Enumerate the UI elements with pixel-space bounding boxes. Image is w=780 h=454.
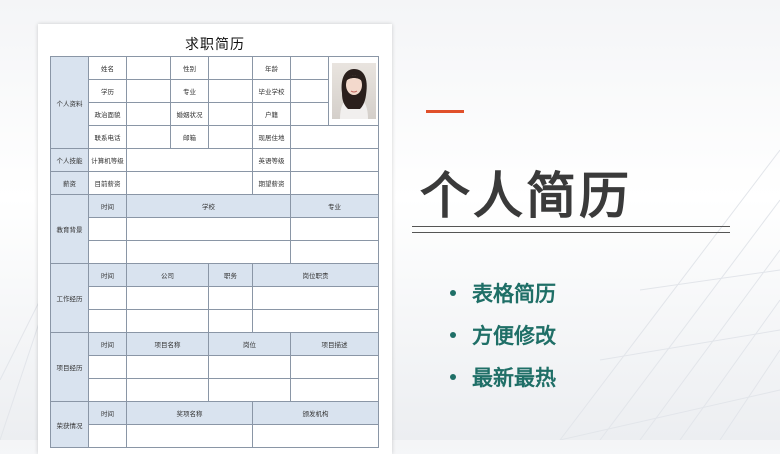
- value-address[interactable]: [290, 125, 379, 149]
- label-address: 现居住地: [252, 125, 291, 149]
- label-phone: 联系电话: [88, 125, 127, 149]
- bullet-dot-icon: [450, 374, 456, 380]
- label-gender: 性别: [170, 56, 209, 80]
- project-cell[interactable]: [126, 378, 209, 402]
- value-english[interactable]: [290, 148, 379, 172]
- label-school: 毕业学校: [252, 79, 291, 103]
- section-personal: 个人资料: [50, 56, 89, 149]
- feature-label: 方便修改: [472, 324, 556, 348]
- work-cell[interactable]: [208, 309, 253, 333]
- edu-cell[interactable]: [88, 240, 127, 264]
- resume-table: 个人资料 姓名 性别 年龄 学历 专业 毕业学校 政治面貌 婚姻状况 户籍 联系…: [50, 56, 379, 448]
- label-name: 姓名: [88, 56, 127, 80]
- work-header-company: 公司: [126, 263, 209, 287]
- project-header-name: 项目名称: [126, 332, 209, 356]
- project-header-desc: 项目描述: [290, 332, 379, 356]
- project-cell[interactable]: [126, 355, 209, 379]
- feature-item: 最新最热: [450, 356, 556, 398]
- award-header-issuer: 颁发机构: [252, 401, 379, 425]
- edu-cell[interactable]: [126, 217, 291, 241]
- work-cell[interactable]: [252, 286, 379, 310]
- label-english: 英语等级: [252, 148, 291, 172]
- edu-header-time: 时间: [88, 194, 127, 218]
- value-politics[interactable]: [126, 102, 171, 126]
- edu-cell[interactable]: [290, 217, 379, 241]
- work-cell[interactable]: [208, 286, 253, 310]
- bullet-dot-icon: [450, 290, 456, 296]
- photo-cell: [328, 56, 379, 126]
- feature-label: 表格简历: [472, 282, 556, 306]
- value-major[interactable]: [208, 79, 253, 103]
- label-age: 年龄: [252, 56, 291, 80]
- feature-list: 表格简历 方便修改 最新最热: [450, 272, 556, 398]
- label-hukou: 户籍: [252, 102, 291, 126]
- edu-cell[interactable]: [88, 217, 127, 241]
- title-divider: [412, 232, 730, 233]
- award-header-name: 奖项名称: [126, 401, 253, 425]
- title-divider: [412, 226, 730, 227]
- value-school[interactable]: [290, 79, 329, 103]
- edu-cell[interactable]: [290, 240, 379, 264]
- bullet-dot-icon: [450, 332, 456, 338]
- value-hukou[interactable]: [290, 102, 329, 126]
- project-header-time: 时间: [88, 332, 127, 356]
- work-header-role: 职务: [208, 263, 253, 287]
- work-header-time: 时间: [88, 263, 127, 287]
- label-email: 邮箱: [170, 125, 209, 149]
- value-gender[interactable]: [208, 56, 253, 80]
- work-cell[interactable]: [126, 309, 209, 333]
- project-cell[interactable]: [290, 355, 379, 379]
- label-expected-salary: 期望薪资: [252, 171, 291, 195]
- section-work: 工作经历: [50, 263, 89, 333]
- feature-item: 方便修改: [450, 314, 556, 356]
- value-email[interactable]: [208, 125, 253, 149]
- feature-item: 表格简历: [450, 272, 556, 314]
- value-marital[interactable]: [208, 102, 253, 126]
- project-cell[interactable]: [88, 378, 127, 402]
- resume-title: 求职简历: [185, 37, 245, 53]
- label-current-salary: 目前薪资: [88, 171, 127, 195]
- work-cell[interactable]: [126, 286, 209, 310]
- award-cell[interactable]: [252, 424, 379, 448]
- label-computer: 计算机等级: [88, 148, 127, 172]
- award-cell[interactable]: [88, 424, 127, 448]
- section-education: 教育背景: [50, 194, 89, 264]
- value-current-salary[interactable]: [126, 171, 253, 195]
- label-major: 专业: [170, 79, 209, 103]
- feature-label: 最新最热: [472, 366, 556, 390]
- project-header-role: 岗位: [208, 332, 291, 356]
- award-cell[interactable]: [126, 424, 253, 448]
- section-awards: 荣获情况: [50, 401, 89, 448]
- section-salary: 薪资: [50, 171, 89, 195]
- edu-cell[interactable]: [126, 240, 291, 264]
- label-degree: 学历: [88, 79, 127, 103]
- resume-sheet: 求职简历 个人资料 姓名 性别 年龄 学历 专业 毕业学校 政治面貌 婚姻状况 …: [38, 24, 392, 454]
- section-project: 项目经历: [50, 332, 89, 402]
- project-cell[interactable]: [88, 355, 127, 379]
- work-cell[interactable]: [88, 309, 127, 333]
- label-politics: 政治面貌: [88, 102, 127, 126]
- edu-header-major: 专业: [290, 194, 379, 218]
- value-expected-salary[interactable]: [290, 171, 379, 195]
- work-cell[interactable]: [252, 309, 379, 333]
- project-cell[interactable]: [208, 378, 291, 402]
- project-cell[interactable]: [208, 355, 291, 379]
- value-phone[interactable]: [126, 125, 171, 149]
- label-marital: 婚姻状况: [170, 102, 209, 126]
- value-name[interactable]: [126, 56, 171, 80]
- profile-photo: [331, 63, 376, 119]
- value-computer[interactable]: [126, 148, 253, 172]
- accent-bar: [426, 110, 464, 113]
- award-header-time: 时间: [88, 401, 127, 425]
- section-skills: 个人技能: [50, 148, 89, 172]
- slide-title: 个人简历: [420, 167, 632, 225]
- project-cell[interactable]: [290, 378, 379, 402]
- value-degree[interactable]: [126, 79, 171, 103]
- work-header-duties: 岗位职责: [252, 263, 379, 287]
- edu-header-school: 学校: [126, 194, 291, 218]
- value-age[interactable]: [290, 56, 329, 80]
- work-cell[interactable]: [88, 286, 127, 310]
